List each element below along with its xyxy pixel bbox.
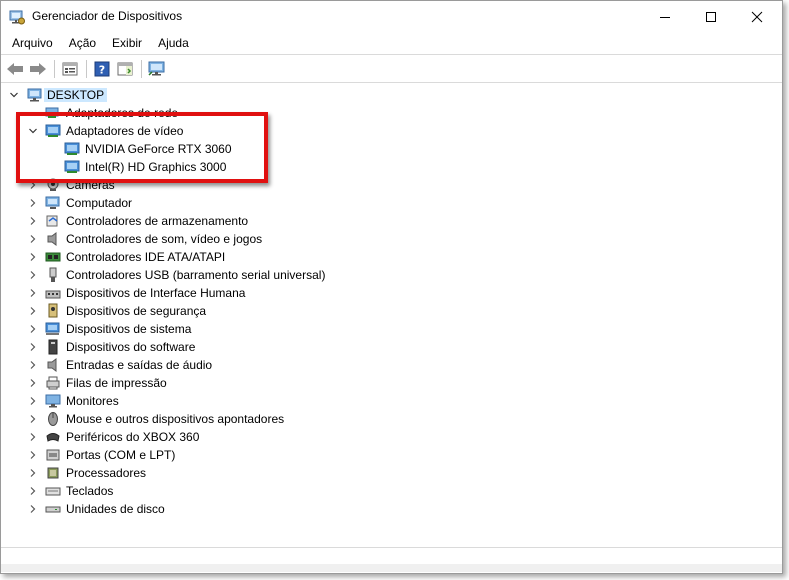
monitor-icon [45,393,61,409]
port-icon [45,447,61,463]
mouse-icon [45,411,61,427]
chevron-right-icon[interactable] [28,482,38,500]
keyboard-icon [45,483,61,499]
usb-icon [45,267,61,283]
toolbar-separator [54,59,55,78]
minimize-icon [660,16,670,18]
maximize-button[interactable] [688,1,734,32]
chevron-right-icon[interactable] [28,284,38,302]
tree-category-label: Mouse e outros dispositivos apontadores [66,412,285,426]
ide-controller-icon [45,249,61,265]
device-manager-icon [9,9,25,25]
chevron-right-icon[interactable] [28,374,38,392]
tree-category-label: Computador [66,196,133,210]
audio-io-icon [45,357,61,373]
forward-button[interactable] [28,59,48,79]
back-arrow-icon [7,62,23,75]
tree-category-label: Teclados [66,484,114,498]
help-button[interactable]: ? [92,59,112,79]
system-device-icon [45,321,61,337]
chevron-right-icon[interactable] [28,446,38,464]
tree-category-label: Controladores de som, vídeo e jogos [66,232,263,246]
tree-category-label: Monitores [66,394,119,408]
chevron-right-icon[interactable] [28,500,38,518]
menu-ajuda[interactable]: Ajuda [150,33,197,53]
properties-button[interactable] [60,59,80,79]
computer-icon [27,87,43,103]
tree-category-label: Filas de impressão [66,376,167,390]
chevron-down-icon[interactable] [9,86,19,104]
monitor-scan-icon [148,61,165,76]
menu-acao[interactable]: Ação [61,33,104,53]
tree-category-label: Periféricos do XBOX 360 [66,430,200,444]
status-bar [1,564,782,572]
tree-category-label: Dispositivos de segurança [66,304,207,318]
chevron-right-icon[interactable] [28,302,38,320]
disk-drive-icon [45,501,61,517]
chevron-right-icon[interactable] [28,410,38,428]
back-button[interactable] [5,59,25,79]
hid-icon [45,285,61,301]
window-title: Gerenciador de Dispositivos [32,9,183,23]
close-button[interactable] [734,1,780,32]
close-icon [751,11,763,22]
action-pane-icon [117,62,133,75]
minimize-button[interactable] [642,1,688,32]
toolbar: ? [1,54,782,83]
speaker-icon [45,231,61,247]
svg-text:?: ? [99,63,105,76]
computer-icon [45,195,61,211]
toolbar-separator [86,59,87,78]
help-icon: ? [94,61,110,76]
chevron-right-icon[interactable] [28,320,38,338]
chevron-right-icon[interactable] [28,248,38,266]
chevron-right-icon[interactable] [28,464,38,482]
tree-category-label: Unidades de disco [66,502,165,516]
forward-arrow-icon [30,62,46,75]
gamepad-icon [45,429,61,445]
chevron-right-icon[interactable] [28,212,38,230]
chevron-right-icon[interactable] [28,428,38,446]
tree-category-label: Controladores USB (barramento serial uni… [66,268,326,282]
chevron-right-icon[interactable] [28,194,38,212]
security-device-icon [45,303,61,319]
software-device-icon [45,339,61,355]
chevron-right-icon[interactable] [28,392,38,410]
device-manager-window: Gerenciador de Dispositivos Arquivo Ação… [0,0,783,574]
scan-hardware-button[interactable] [147,59,167,79]
chevron-right-icon[interactable] [28,266,38,284]
chevron-right-icon[interactable] [28,230,38,248]
action-pane-button[interactable] [115,59,135,79]
tree-category-label: Processadores [66,466,147,480]
toolbar-separator [141,59,142,78]
tree-category-label: Entradas e saídas de áudio [66,358,213,372]
tree-category-label: Controladores de armazenamento [66,214,249,228]
horizontal-scrollbar[interactable] [1,547,782,565]
storage-controller-icon [45,213,61,229]
tree-category-label: Portas (COM e LPT) [66,448,176,462]
tree-root-label: DESKTOP [44,88,108,102]
menu-bar: Arquivo Ação Exibir Ajuda [1,32,782,54]
highlight-annotation-box [16,112,268,183]
tree-category-label: Dispositivos de Interface Humana [66,286,246,300]
chevron-right-icon[interactable] [28,356,38,374]
tree-category-label: Controladores IDE ATA/ATAPI [66,250,226,264]
processor-icon [45,465,61,481]
printer-icon [45,375,61,391]
chevron-right-icon[interactable] [28,338,38,356]
tree-category-label: Dispositivos do software [66,340,196,354]
menu-exibir[interactable]: Exibir [104,33,150,53]
title-bar[interactable]: Gerenciador de Dispositivos [1,1,782,32]
properties-icon [62,62,78,75]
menu-arquivo[interactable]: Arquivo [4,33,61,53]
maximize-icon [706,11,716,22]
tree-category-label: Dispositivos de sistema [66,322,192,336]
